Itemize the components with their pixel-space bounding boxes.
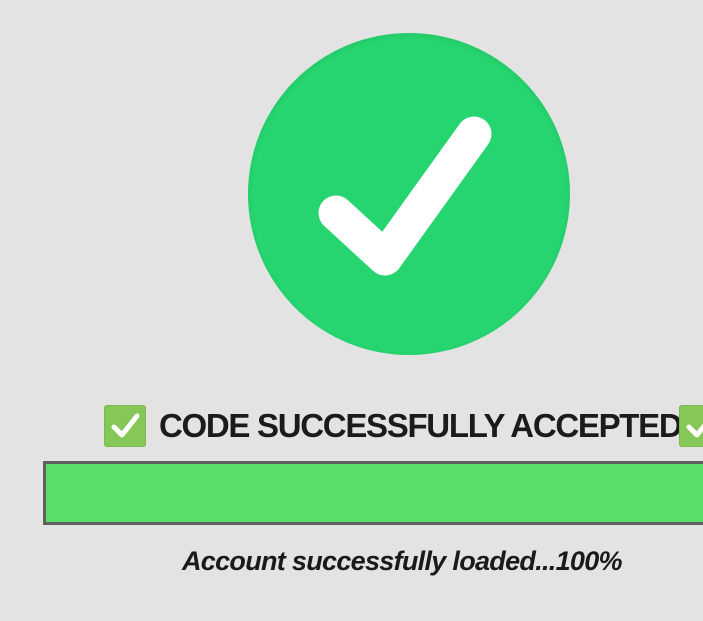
check-mark-button-icon [679,405,703,447]
status-message: CODE SUCCESSFULLY ACCEPTED [159,407,683,444]
progress-fill [46,464,703,522]
progress-caption: Account successfully loaded...100% [182,546,623,576]
status-message-row: CODE SUCCESSFULLY ACCEPTED [104,402,703,450]
checkmark-icon [318,116,492,276]
check-mark-button-icon [104,405,146,447]
success-circle [248,33,570,355]
loading-progress-bar [43,461,703,525]
